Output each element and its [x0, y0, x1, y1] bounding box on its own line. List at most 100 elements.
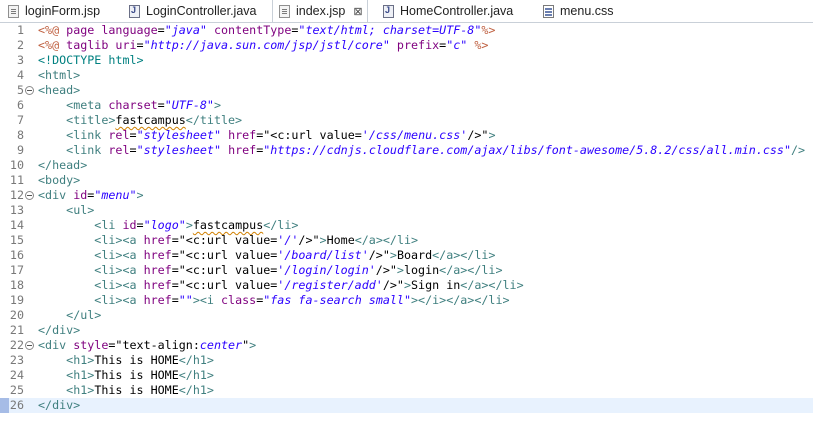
- line-number: 6: [16, 98, 24, 112]
- code-token: '/': [277, 233, 299, 247]
- code-token: "<c:url value=: [178, 248, 278, 262]
- code-line[interactable]: 9 <link rel="stylesheet" href="https://c…: [0, 143, 813, 158]
- code-line[interactable]: 12 <div id="menu">: [0, 188, 813, 203]
- fold-toggle-icon[interactable]: [25, 341, 34, 350]
- code-token: href: [143, 263, 172, 277]
- code-line[interactable]: 15 <li><a href="<c:url value='/'/>">Home…: [0, 233, 813, 248]
- code-line[interactable]: 6 <meta charset="UTF-8">: [0, 98, 813, 113]
- fold-toggle-icon[interactable]: [25, 191, 34, 200]
- tab-label: HomeController.java: [400, 4, 514, 18]
- code-token: "menu": [94, 188, 137, 202]
- code-token: fastcampus: [115, 113, 186, 127]
- code-editor[interactable]: 1 <%@ page language="java" contentType="t…: [0, 23, 813, 413]
- code-line[interactable]: 14 <li id="logo">fastcampus</li>: [0, 218, 813, 233]
- code-token: </h1>: [178, 383, 214, 397]
- code-line[interactable]: 20 </ul>: [0, 308, 813, 323]
- tab-label: menu.css: [560, 4, 614, 18]
- code-token: </h1>: [178, 353, 214, 367]
- java-file-icon: [383, 4, 394, 18]
- code-token: Sign in: [411, 278, 461, 292]
- code-line[interactable]: 22 <div style="text-align:center">: [0, 338, 813, 353]
- code-token: <%@: [38, 23, 67, 37]
- line-number: 12: [9, 188, 24, 202]
- code-token: =: [171, 233, 179, 247]
- code-token: %>: [474, 38, 489, 52]
- code-token: href: [228, 128, 257, 142]
- code-line[interactable]: 24 <h1>This is HOME</h1>: [0, 368, 813, 383]
- tab-3[interactable]: HomeController.java: [383, 0, 513, 22]
- code-text: <head>: [38, 83, 80, 98]
- code-line[interactable]: 5 <head>: [0, 83, 813, 98]
- code-line[interactable]: 8 <link rel="stylesheet" href="<c:url va…: [0, 128, 813, 143]
- code-token: This is HOME: [94, 368, 179, 382]
- tab-1[interactable]: LoginController.java: [129, 0, 257, 22]
- code-text: <title>fastcampus</title>: [38, 113, 242, 128]
- code-token: =: [129, 128, 137, 142]
- code-line[interactable]: 11 <body>: [0, 173, 813, 188]
- code-token: "logo": [143, 218, 186, 232]
- code-line[interactable]: 7 <title>fastcampus</title>: [0, 113, 813, 128]
- code-text: <link rel="stylesheet" href="<c:url valu…: [38, 128, 496, 143]
- code-token: uri: [115, 38, 137, 52]
- code-token: <link: [66, 128, 109, 142]
- code-token: >: [488, 128, 496, 142]
- code-token: This is HOME: [94, 383, 179, 397]
- code-text: <li id="logo">fastcampus</li>: [38, 218, 298, 233]
- code-token: "http://java.sun.com/jsp/jstl/core": [143, 38, 390, 52]
- code-token: '/login/login': [277, 263, 376, 277]
- code-token: </a></li>: [439, 263, 503, 277]
- code-line[interactable]: 26 </div>: [0, 398, 813, 413]
- code-token: Home: [326, 233, 355, 247]
- code-token: =: [157, 98, 165, 112]
- code-token: <!DOCTYPE html>: [38, 53, 144, 67]
- code-token: =: [136, 218, 144, 232]
- code-line[interactable]: 2 <%@ taglib uri="http://java.sun.com/jsp…: [0, 38, 813, 53]
- code-token: </div>: [38, 323, 81, 337]
- code-token: />: [791, 143, 806, 157]
- line-number: 2: [16, 38, 24, 52]
- code-line[interactable]: 3 <!DOCTYPE html>: [0, 53, 813, 68]
- code-line[interactable]: 10 </head>: [0, 158, 813, 173]
- code-token: <h1>: [66, 383, 95, 397]
- code-line[interactable]: 21 </div>: [0, 323, 813, 338]
- line-number: 20: [9, 308, 24, 322]
- code-text: <div style="text-align:center">: [38, 338, 256, 353]
- code-text: <li><a href="<c:url value='/register/add…: [38, 278, 523, 293]
- close-tab-icon[interactable]: ⊠: [353, 5, 362, 18]
- code-token: charset: [108, 98, 158, 112]
- code-text: <link rel="stylesheet" href="https://cdn…: [38, 143, 805, 158]
- tab-0[interactable]: loginForm.jsp: [8, 0, 100, 22]
- code-line[interactable]: 23 <h1>This is HOME</h1>: [0, 353, 813, 368]
- code-token: <h1>: [66, 368, 95, 382]
- fold-toggle-icon[interactable]: [25, 86, 34, 95]
- code-line[interactable]: 18 <li><a href="<c:url value='/register/…: [0, 278, 813, 293]
- code-text: </ul>: [38, 308, 101, 323]
- code-text: <div id="menu">: [38, 188, 144, 203]
- tab-2[interactable]: index.jsp ⊠: [272, 0, 368, 22]
- code-line[interactable]: 16 <li><a href="<c:url value='/board/lis…: [0, 248, 813, 263]
- code-line[interactable]: 13 <ul>: [0, 203, 813, 218]
- code-line[interactable]: 17 <li><a href="<c:url value='/login/log…: [0, 263, 813, 278]
- code-line[interactable]: 1 <%@ page language="java" contentType="t…: [0, 23, 813, 38]
- code-token: <li><a: [94, 293, 144, 307]
- line-number: 21: [9, 323, 24, 337]
- code-token: rel: [108, 143, 130, 157]
- code-line[interactable]: 19 <li><a href=""><i class="fas fa-searc…: [0, 293, 813, 308]
- tab-4[interactable]: menu.css: [543, 0, 614, 22]
- code-token: >: [249, 338, 257, 352]
- code-token: center: [199, 338, 243, 352]
- code-token: </div>: [38, 398, 81, 412]
- code-line[interactable]: 4 <html>: [0, 68, 813, 83]
- code-token: <ul>: [66, 203, 95, 217]
- code-line[interactable]: 25 <h1>This is HOME</h1>: [0, 383, 813, 398]
- code-text: <!DOCTYPE html>: [38, 53, 144, 68]
- code-token: href: [143, 293, 172, 307]
- code-token: href: [143, 233, 172, 247]
- code-token: >: [185, 218, 193, 232]
- code-token: "<c:url value=: [263, 128, 362, 142]
- code-token: =: [129, 143, 137, 157]
